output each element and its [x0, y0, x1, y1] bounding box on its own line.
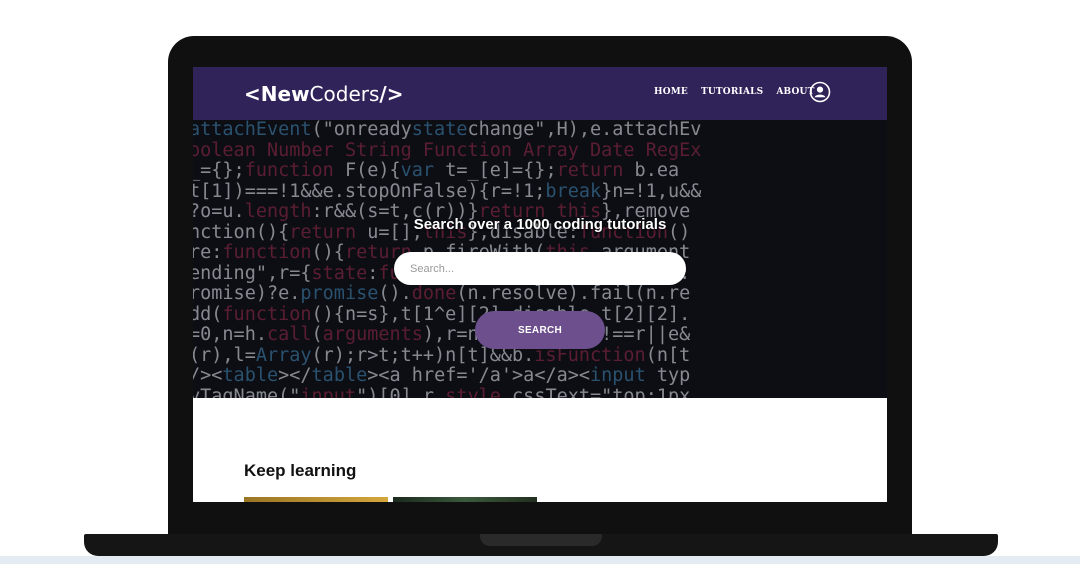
logo-open: <	[244, 82, 261, 106]
logo-light: Coders	[309, 82, 380, 106]
user-circle-icon[interactable]	[809, 81, 831, 103]
tutorial-card-thumbnail[interactable]	[244, 497, 388, 502]
logo-bold: New	[260, 82, 310, 106]
hero-section: attachEvent("onreadystatechange",H),e.at…	[193, 120, 887, 398]
laptop-screen: <NewCoders/> HOME TUTORIALS ABOUT attach…	[193, 67, 887, 502]
laptop-notch	[480, 534, 602, 546]
nav-links: HOME TUTORIALS ABOUT	[654, 87, 828, 97]
hero-title: Search over a 1000 coding tutorials	[413, 216, 667, 233]
laptop-base	[84, 534, 998, 556]
section-title: Keep learning	[244, 461, 357, 480]
logo-close: />	[379, 82, 404, 106]
nav-tutorials[interactable]: TUTORIALS	[701, 87, 763, 97]
search-button[interactable]: SEARCH	[475, 311, 605, 349]
nav-home[interactable]: HOME	[654, 87, 688, 97]
search-input[interactable]	[394, 252, 686, 285]
tutorial-card-thumbnail[interactable]	[393, 497, 537, 502]
floor-shadow	[0, 556, 1080, 564]
site-logo[interactable]: <NewCoders/>	[244, 82, 403, 106]
navbar: <NewCoders/> HOME TUTORIALS ABOUT	[193, 67, 887, 120]
